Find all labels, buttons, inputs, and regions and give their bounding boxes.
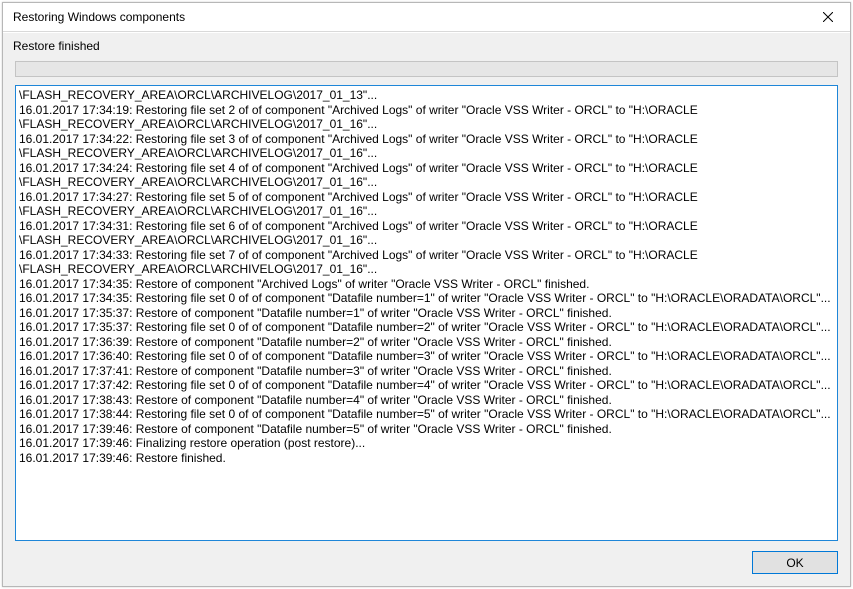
log-line: 16.01.2017 17:37:41: Restore of componen…	[19, 364, 836, 379]
title-bar: Restoring Windows components	[3, 3, 850, 32]
log-line: \FLASH_RECOVERY_AREA\ORCL\ARCHIVELOG\201…	[19, 262, 836, 277]
log-output[interactable]: \FLASH_RECOVERY_AREA\ORCL\ARCHIVELOG\201…	[15, 85, 838, 541]
ok-button[interactable]: OK	[752, 551, 838, 574]
log-line: 16.01.2017 17:36:40: Restoring file set …	[19, 349, 836, 364]
log-line: \FLASH_RECOVERY_AREA\ORCL\ARCHIVELOG\201…	[19, 204, 836, 219]
log-line: \FLASH_RECOVERY_AREA\ORCL\ARCHIVELOG\201…	[19, 175, 836, 190]
log-line: 16.01.2017 17:35:37: Restoring file set …	[19, 320, 836, 335]
log-line: \FLASH_RECOVERY_AREA\ORCL\ARCHIVELOG\201…	[19, 117, 836, 132]
log-wrap: \FLASH_RECOVERY_AREA\ORCL\ARCHIVELOG\201…	[15, 85, 838, 541]
log-line: \FLASH_RECOVERY_AREA\ORCL\ARCHIVELOG\201…	[19, 233, 836, 248]
close-icon	[823, 12, 833, 22]
button-row: OK	[3, 547, 850, 586]
log-line: 16.01.2017 17:34:31: Restoring file set …	[19, 219, 836, 234]
dialog-window: Restoring Windows components Restore fin…	[2, 2, 851, 587]
log-line: 16.01.2017 17:34:35: Restoring file set …	[19, 291, 836, 306]
log-line: 16.01.2017 17:34:33: Restoring file set …	[19, 248, 836, 263]
log-line: 16.01.2017 17:34:19: Restoring file set …	[19, 103, 836, 118]
log-line: 16.01.2017 17:39:46: Restore finished.	[19, 451, 836, 466]
log-line: 16.01.2017 17:39:46: Restore of componen…	[19, 422, 836, 437]
log-line: 16.01.2017 17:35:37: Restore of componen…	[19, 306, 836, 321]
log-line: 16.01.2017 17:38:44: Restoring file set …	[19, 407, 836, 422]
close-button[interactable]	[808, 4, 848, 30]
log-line: 16.01.2017 17:37:42: Restoring file set …	[19, 378, 836, 393]
log-line: 16.01.2017 17:34:27: Restoring file set …	[19, 190, 836, 205]
progress-wrap	[3, 61, 850, 83]
log-line: 16.01.2017 17:34:22: Restoring file set …	[19, 132, 836, 147]
window-title: Restoring Windows components	[13, 10, 185, 24]
log-line: 16.01.2017 17:38:43: Restore of componen…	[19, 393, 836, 408]
status-label: Restore finished	[3, 33, 850, 61]
log-line: 16.01.2017 17:39:46: Finalizing restore …	[19, 436, 836, 451]
log-line: \FLASH_RECOVERY_AREA\ORCL\ARCHIVELOG\201…	[19, 88, 836, 103]
log-line: \FLASH_RECOVERY_AREA\ORCL\ARCHIVELOG\201…	[19, 146, 836, 161]
progress-bar	[15, 61, 838, 77]
log-line: 16.01.2017 17:36:39: Restore of componen…	[19, 335, 836, 350]
log-line: 16.01.2017 17:34:24: Restoring file set …	[19, 161, 836, 176]
log-line: 16.01.2017 17:34:35: Restore of componen…	[19, 277, 836, 292]
client-area: Restore finished \FLASH_RECOVERY_AREA\OR…	[3, 32, 850, 586]
